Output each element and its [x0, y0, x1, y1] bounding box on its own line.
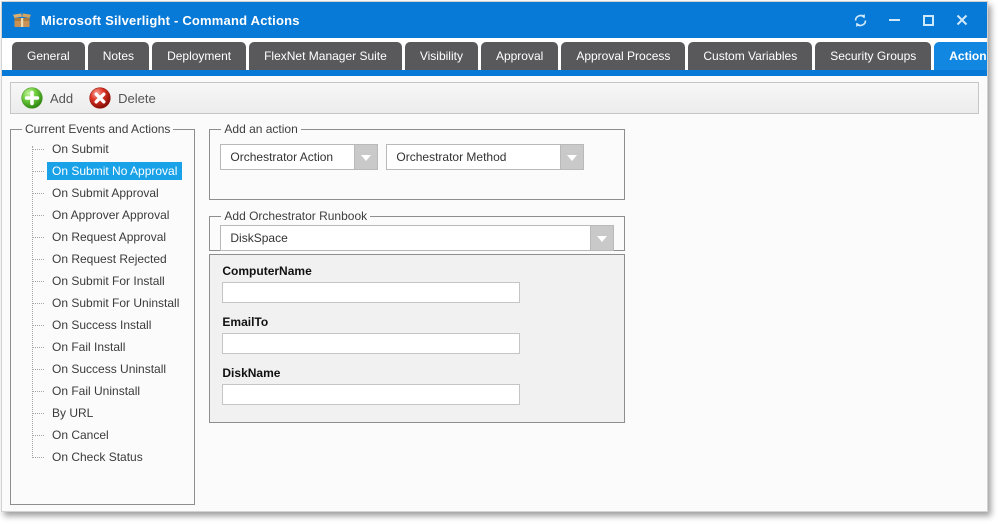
runbook-dropdown-value: DiskSpace	[220, 225, 590, 251]
application-window: Microsoft Silverlight - Command Actions	[1, 1, 988, 512]
title-bar: Microsoft Silverlight - Command Actions	[2, 2, 987, 38]
add-plus-icon	[21, 87, 43, 109]
tab-security-groups[interactable]: Security Groups	[815, 42, 931, 70]
diskname-label: DiskName	[222, 366, 612, 380]
action-method-dropdown-value: Orchestrator Method	[386, 144, 560, 170]
runbook-group-title: Add Orchestrator Runbook	[221, 209, 370, 223]
add-action-group-title: Add an action	[221, 122, 300, 136]
tree-item-on-submit[interactable]: On Submit	[21, 138, 184, 160]
tab-visibility[interactable]: Visibility	[405, 42, 478, 70]
tree-item-on-fail-uninstall[interactable]: On Fail Uninstall	[21, 380, 184, 402]
package-box-icon	[12, 10, 32, 30]
computername-label: ComputerName	[222, 264, 612, 278]
action-config-column: Add an action Orchestrator Action Orches…	[209, 122, 625, 505]
tree-item-on-approver-approval[interactable]: On Approver Approval	[21, 204, 184, 226]
tree-item-on-submit-approval[interactable]: On Submit Approval	[21, 182, 184, 204]
window-controls	[839, 8, 975, 32]
tab-notes[interactable]: Notes	[88, 42, 149, 70]
tree-item-on-success-install[interactable]: On Success Install	[21, 314, 184, 336]
tab-custom-variables[interactable]: Custom Variables	[688, 42, 812, 70]
actions-toolbar: Add Delete	[10, 82, 979, 114]
tree-item-on-cancel[interactable]: On Cancel	[21, 424, 184, 446]
add-button-label: Add	[50, 91, 73, 106]
tab-actions[interactable]: Actions	[934, 42, 988, 70]
close-button[interactable]	[949, 8, 975, 32]
chevron-down-icon[interactable]	[590, 225, 614, 251]
add-action-group-box: Add an action Orchestrator Action Orches…	[209, 122, 625, 200]
tree-item-on-success-uninstall[interactable]: On Success Uninstall	[21, 358, 184, 380]
runbook-group-box: Add Orchestrator Runbook DiskSpace	[209, 209, 625, 251]
emailto-label: EmailTo	[222, 315, 612, 329]
maximize-button[interactable]	[915, 8, 941, 32]
action-type-dropdown-value: Orchestrator Action	[220, 144, 354, 170]
tab-approval[interactable]: Approval	[481, 42, 558, 70]
minimize-icon	[889, 19, 900, 21]
refresh-button[interactable]	[847, 8, 873, 32]
delete-button[interactable]: Delete	[89, 87, 156, 109]
computername-field[interactable]	[222, 282, 520, 303]
chevron-down-icon[interactable]	[354, 144, 378, 170]
tree-item-by-url[interactable]: By URL	[21, 402, 184, 424]
action-method-dropdown[interactable]: Orchestrator Method	[386, 144, 584, 170]
tab-deployment[interactable]: Deployment	[152, 42, 246, 70]
emailto-field[interactable]	[222, 333, 520, 354]
refresh-icon	[853, 13, 868, 28]
tree-item-on-submit-for-install[interactable]: On Submit For Install	[21, 270, 184, 292]
diskname-field[interactable]	[222, 384, 520, 405]
events-tree: On Submit On Submit No Approval On Submi…	[21, 138, 184, 468]
tree-item-on-submit-for-uninstall[interactable]: On Submit For Uninstall	[21, 292, 184, 314]
maximize-icon	[923, 15, 934, 26]
delete-x-icon	[89, 87, 111, 109]
chevron-down-icon[interactable]	[560, 144, 584, 170]
tree-item-on-request-approval[interactable]: On Request Approval	[21, 226, 184, 248]
add-button[interactable]: Add	[21, 87, 73, 109]
runbook-parameters-panel: ComputerName EmailTo DiskName	[209, 254, 625, 423]
tree-item-on-request-rejected[interactable]: On Request Rejected	[21, 248, 184, 270]
window-title: Microsoft Silverlight - Command Actions	[41, 13, 300, 28]
tree-item-on-check-status[interactable]: On Check Status	[21, 446, 184, 468]
tab-bar: General Notes Deployment FlexNet Manager…	[2, 38, 987, 70]
tree-item-on-fail-install[interactable]: On Fail Install	[21, 336, 184, 358]
tab-general[interactable]: General	[12, 42, 85, 70]
tab-flexnet-manager-suite[interactable]: FlexNet Manager Suite	[249, 42, 402, 70]
events-group-title: Current Events and Actions	[22, 122, 173, 136]
action-type-dropdown[interactable]: Orchestrator Action	[220, 144, 378, 170]
tab-approval-process[interactable]: Approval Process	[561, 42, 685, 70]
delete-button-label: Delete	[118, 91, 156, 106]
runbook-dropdown[interactable]: DiskSpace	[220, 225, 614, 251]
content-area: Add Delete	[2, 76, 987, 505]
tree-item-on-submit-no-approval[interactable]: On Submit No Approval	[21, 160, 184, 182]
close-icon	[956, 14, 968, 26]
minimize-button[interactable]	[881, 8, 907, 32]
events-group-box: Current Events and Actions On Submit On …	[10, 122, 195, 505]
main-panels: Current Events and Actions On Submit On …	[10, 122, 979, 505]
